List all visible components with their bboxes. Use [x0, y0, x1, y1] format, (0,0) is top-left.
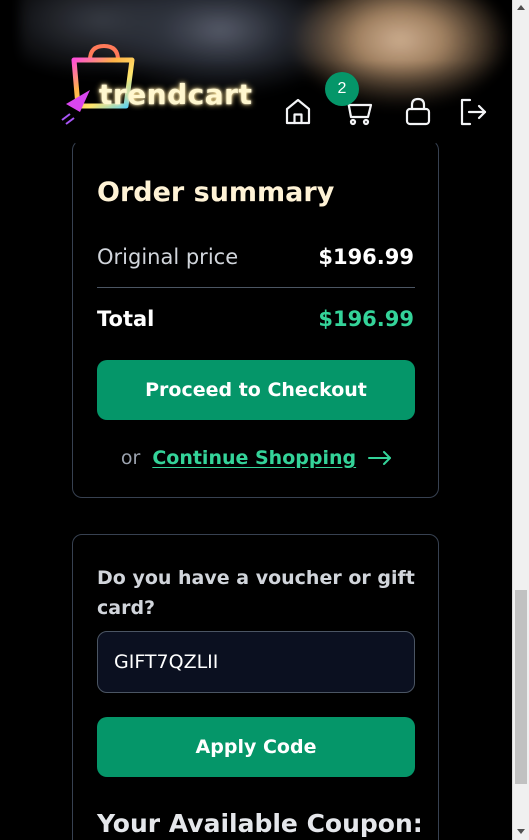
arrow-right-icon[interactable] — [368, 451, 392, 465]
total-value: $196.99 — [318, 307, 414, 331]
order-summary-title: Order summary — [97, 177, 335, 208]
summary-divider — [97, 287, 415, 288]
header: trendcart 2 — [0, 0, 512, 150]
lock-icon[interactable] — [403, 96, 433, 126]
apply-code-button[interactable]: Apply Code — [97, 717, 415, 777]
brand-name: trendcart — [99, 78, 253, 111]
total-label: Total — [97, 307, 155, 331]
scrollbar-thumb[interactable] — [515, 590, 527, 784]
original-price-label: Original price — [97, 245, 239, 269]
continue-shopping-row: or Continue Shopping — [73, 447, 440, 469]
voucher-code-input[interactable] — [97, 631, 415, 693]
available-coupon-title: Your Available Coupon: — [97, 809, 423, 838]
or-text: or — [120, 447, 141, 469]
proceed-to-checkout-button[interactable]: Proceed to Checkout — [97, 360, 415, 420]
page-scrollbar[interactable] — [512, 0, 529, 840]
scroll-down-arrow-icon[interactable] — [517, 829, 525, 834]
logout-icon[interactable] — [458, 97, 488, 127]
voucher-card: Do you have a voucher or gift card? Appl… — [72, 534, 439, 840]
scroll-up-arrow-icon[interactable] — [517, 5, 525, 10]
continue-shopping-link[interactable]: Continue Shopping — [152, 447, 356, 469]
home-icon[interactable] — [283, 96, 313, 126]
voucher-question: Do you have a voucher or gift card? — [97, 567, 415, 619]
original-price-value: $196.99 — [318, 245, 414, 269]
cart-count-badge: 2 — [325, 72, 359, 106]
order-summary-card: Order summary Original price $196.99 Tot… — [72, 140, 439, 498]
